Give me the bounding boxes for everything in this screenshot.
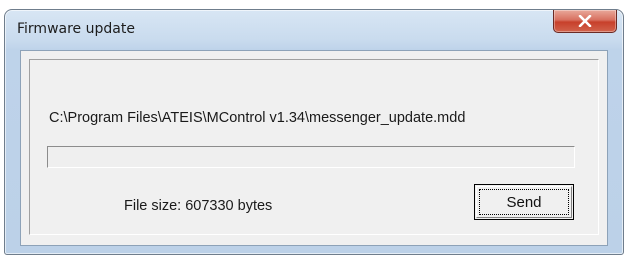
dialog-panel: C:\Program Files\ATEIS\MControl v1.34\me… — [29, 59, 599, 235]
close-button[interactable] — [553, 10, 617, 33]
send-button-label: Send — [506, 193, 542, 211]
send-button-face: Send — [476, 186, 572, 218]
window-title: Firmware update — [17, 21, 135, 37]
firmware-update-window: Firmware update C:\Program Files\ATEIS\M… — [4, 9, 624, 255]
upload-progress-bar — [47, 146, 575, 168]
file-size-label: File size: 607330 bytes — [124, 198, 273, 214]
close-icon — [578, 15, 592, 27]
title-bar[interactable]: Firmware update — [5, 10, 623, 48]
send-button[interactable]: Send — [474, 184, 574, 220]
file-path-label: C:\Program Files\ATEIS\MControl v1.34\me… — [49, 110, 466, 126]
dialog-client-area: C:\Program Files\ATEIS\MControl v1.34\me… — [20, 50, 608, 246]
